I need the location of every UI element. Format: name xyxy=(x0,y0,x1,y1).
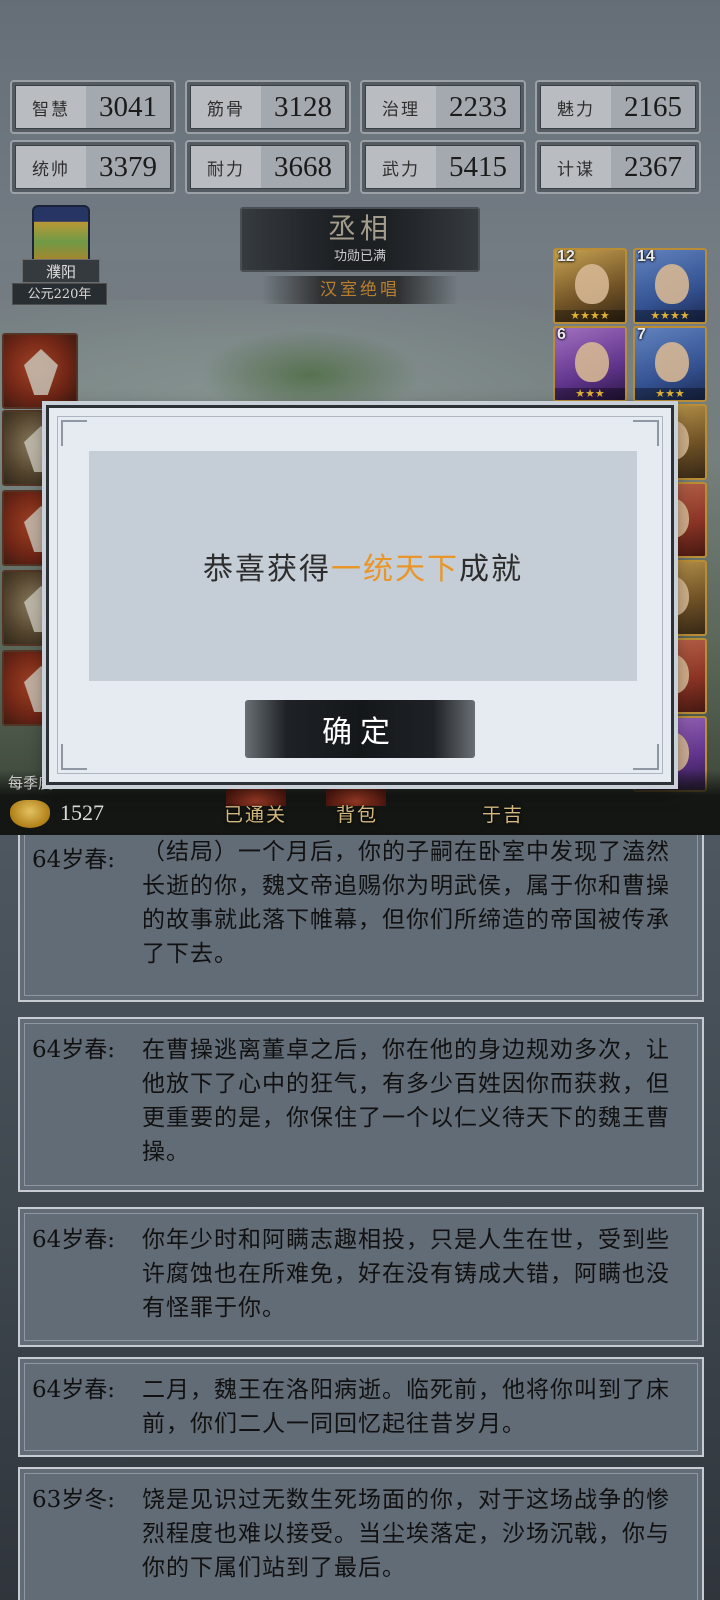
log-age: 64岁春: xyxy=(32,847,116,873)
message-prefix: 恭喜获得 xyxy=(203,552,331,587)
event-log[interactable]: 64岁春: （结局）一个月后，你的子嗣在卧室中发现了溘然长逝的你，魏文帝追赐你为… xyxy=(0,835,720,1600)
achievement-name: 一统天下 xyxy=(331,552,459,587)
log-text: 饶是见识过无数生死场面的你，对于这场战争的惨烈程度也难以接受。当尘埃落定，沙场沉… xyxy=(142,1487,670,1581)
log-age: 64岁春: xyxy=(32,1037,116,1063)
confirm-button[interactable]: 确定 xyxy=(245,700,475,758)
corner-ornament xyxy=(633,744,659,770)
log-entry: 64岁春: （结局）一个月后，你的子嗣在卧室中发现了溘然长逝的你，魏文帝追赐你为… xyxy=(18,835,704,1002)
log-entry: 63岁冬: 饶是见识过无数生死场面的你，对于这场战争的惨烈程度也难以接受。当尘埃… xyxy=(18,1467,704,1600)
log-text: 二月，魏王在洛阳病逝。临死前，他将你叫到了床前，你们二人一同回忆起往昔岁月。 xyxy=(142,1377,670,1437)
log-age: 64岁春: xyxy=(32,1377,116,1403)
log-age: 64岁春: xyxy=(32,1227,116,1253)
message-suffix: 成就 xyxy=(459,552,523,587)
log-entry: 64岁春: 你年少时和阿瞒志趣相投，只是人生在世，受到些许腐蚀也在所难免，好在没… xyxy=(18,1207,704,1347)
log-text: 你年少时和阿瞒志趣相投，只是人生在世，受到些许腐蚀也在所难免，好在没有铸成大错，… xyxy=(142,1227,670,1321)
corner-ornament xyxy=(633,420,659,446)
corner-ornament xyxy=(61,420,87,446)
log-text: 在曹操逃离董卓之后，你在他的身边规劝多次，让他放下了心中的狂气，有多少百姓因你而… xyxy=(142,1037,670,1165)
corner-ornament xyxy=(61,744,87,770)
log-entry: 64岁春: 二月，魏王在洛阳病逝。临死前，他将你叫到了床前，你们二人一同回忆起往… xyxy=(18,1357,704,1457)
achievement-dialog: 恭喜获得 一统天下 成就 确定 xyxy=(46,405,674,785)
log-text: （结局）一个月后，你的子嗣在卧室中发现了溘然长逝的你，魏文帝追赐你为明武侯，属于… xyxy=(142,839,670,967)
achievement-message: 恭喜获得 一统天下 成就 xyxy=(89,451,637,681)
log-age: 63岁冬: xyxy=(32,1487,116,1513)
log-entry: 64岁春: 在曹操逃离董卓之后，你在他的身边规劝多次，让他放下了心中的狂气，有多… xyxy=(18,1017,704,1192)
